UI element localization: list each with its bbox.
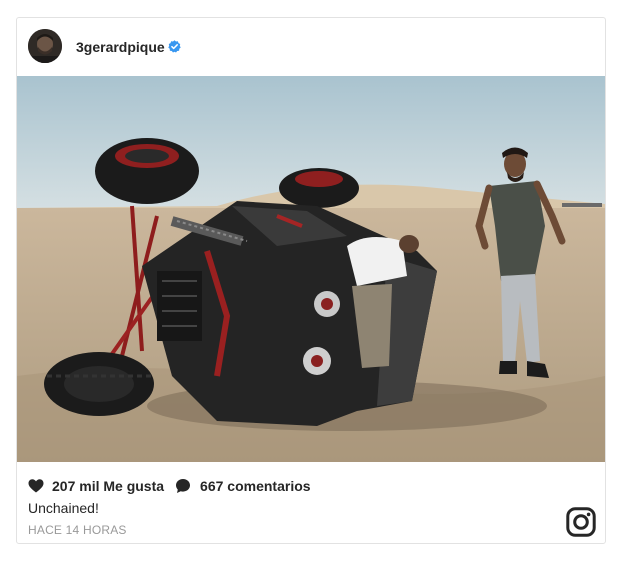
post-timestamp: HACE 14 HORAS bbox=[28, 523, 127, 537]
instagram-post-card: 3gerardpique 207 mil Me gusta 667 coment… bbox=[16, 17, 606, 544]
instagram-icon[interactable] bbox=[566, 507, 596, 537]
post-photo[interactable] bbox=[17, 76, 605, 462]
verified-badge-icon bbox=[168, 40, 181, 53]
likes-count[interactable]: 207 mil Me gusta bbox=[52, 478, 164, 494]
post-stats: 207 mil Me gusta 667 comentarios bbox=[28, 477, 311, 495]
comments-count[interactable]: 667 comentarios bbox=[200, 478, 311, 494]
avatar[interactable] bbox=[28, 29, 62, 63]
heart-icon[interactable] bbox=[28, 478, 44, 494]
comment-bubble-icon[interactable] bbox=[175, 478, 191, 494]
post-caption: Unchained! bbox=[28, 500, 99, 516]
username[interactable]: 3gerardpique bbox=[76, 39, 165, 55]
post-header: 3gerardpique bbox=[17, 18, 605, 76]
